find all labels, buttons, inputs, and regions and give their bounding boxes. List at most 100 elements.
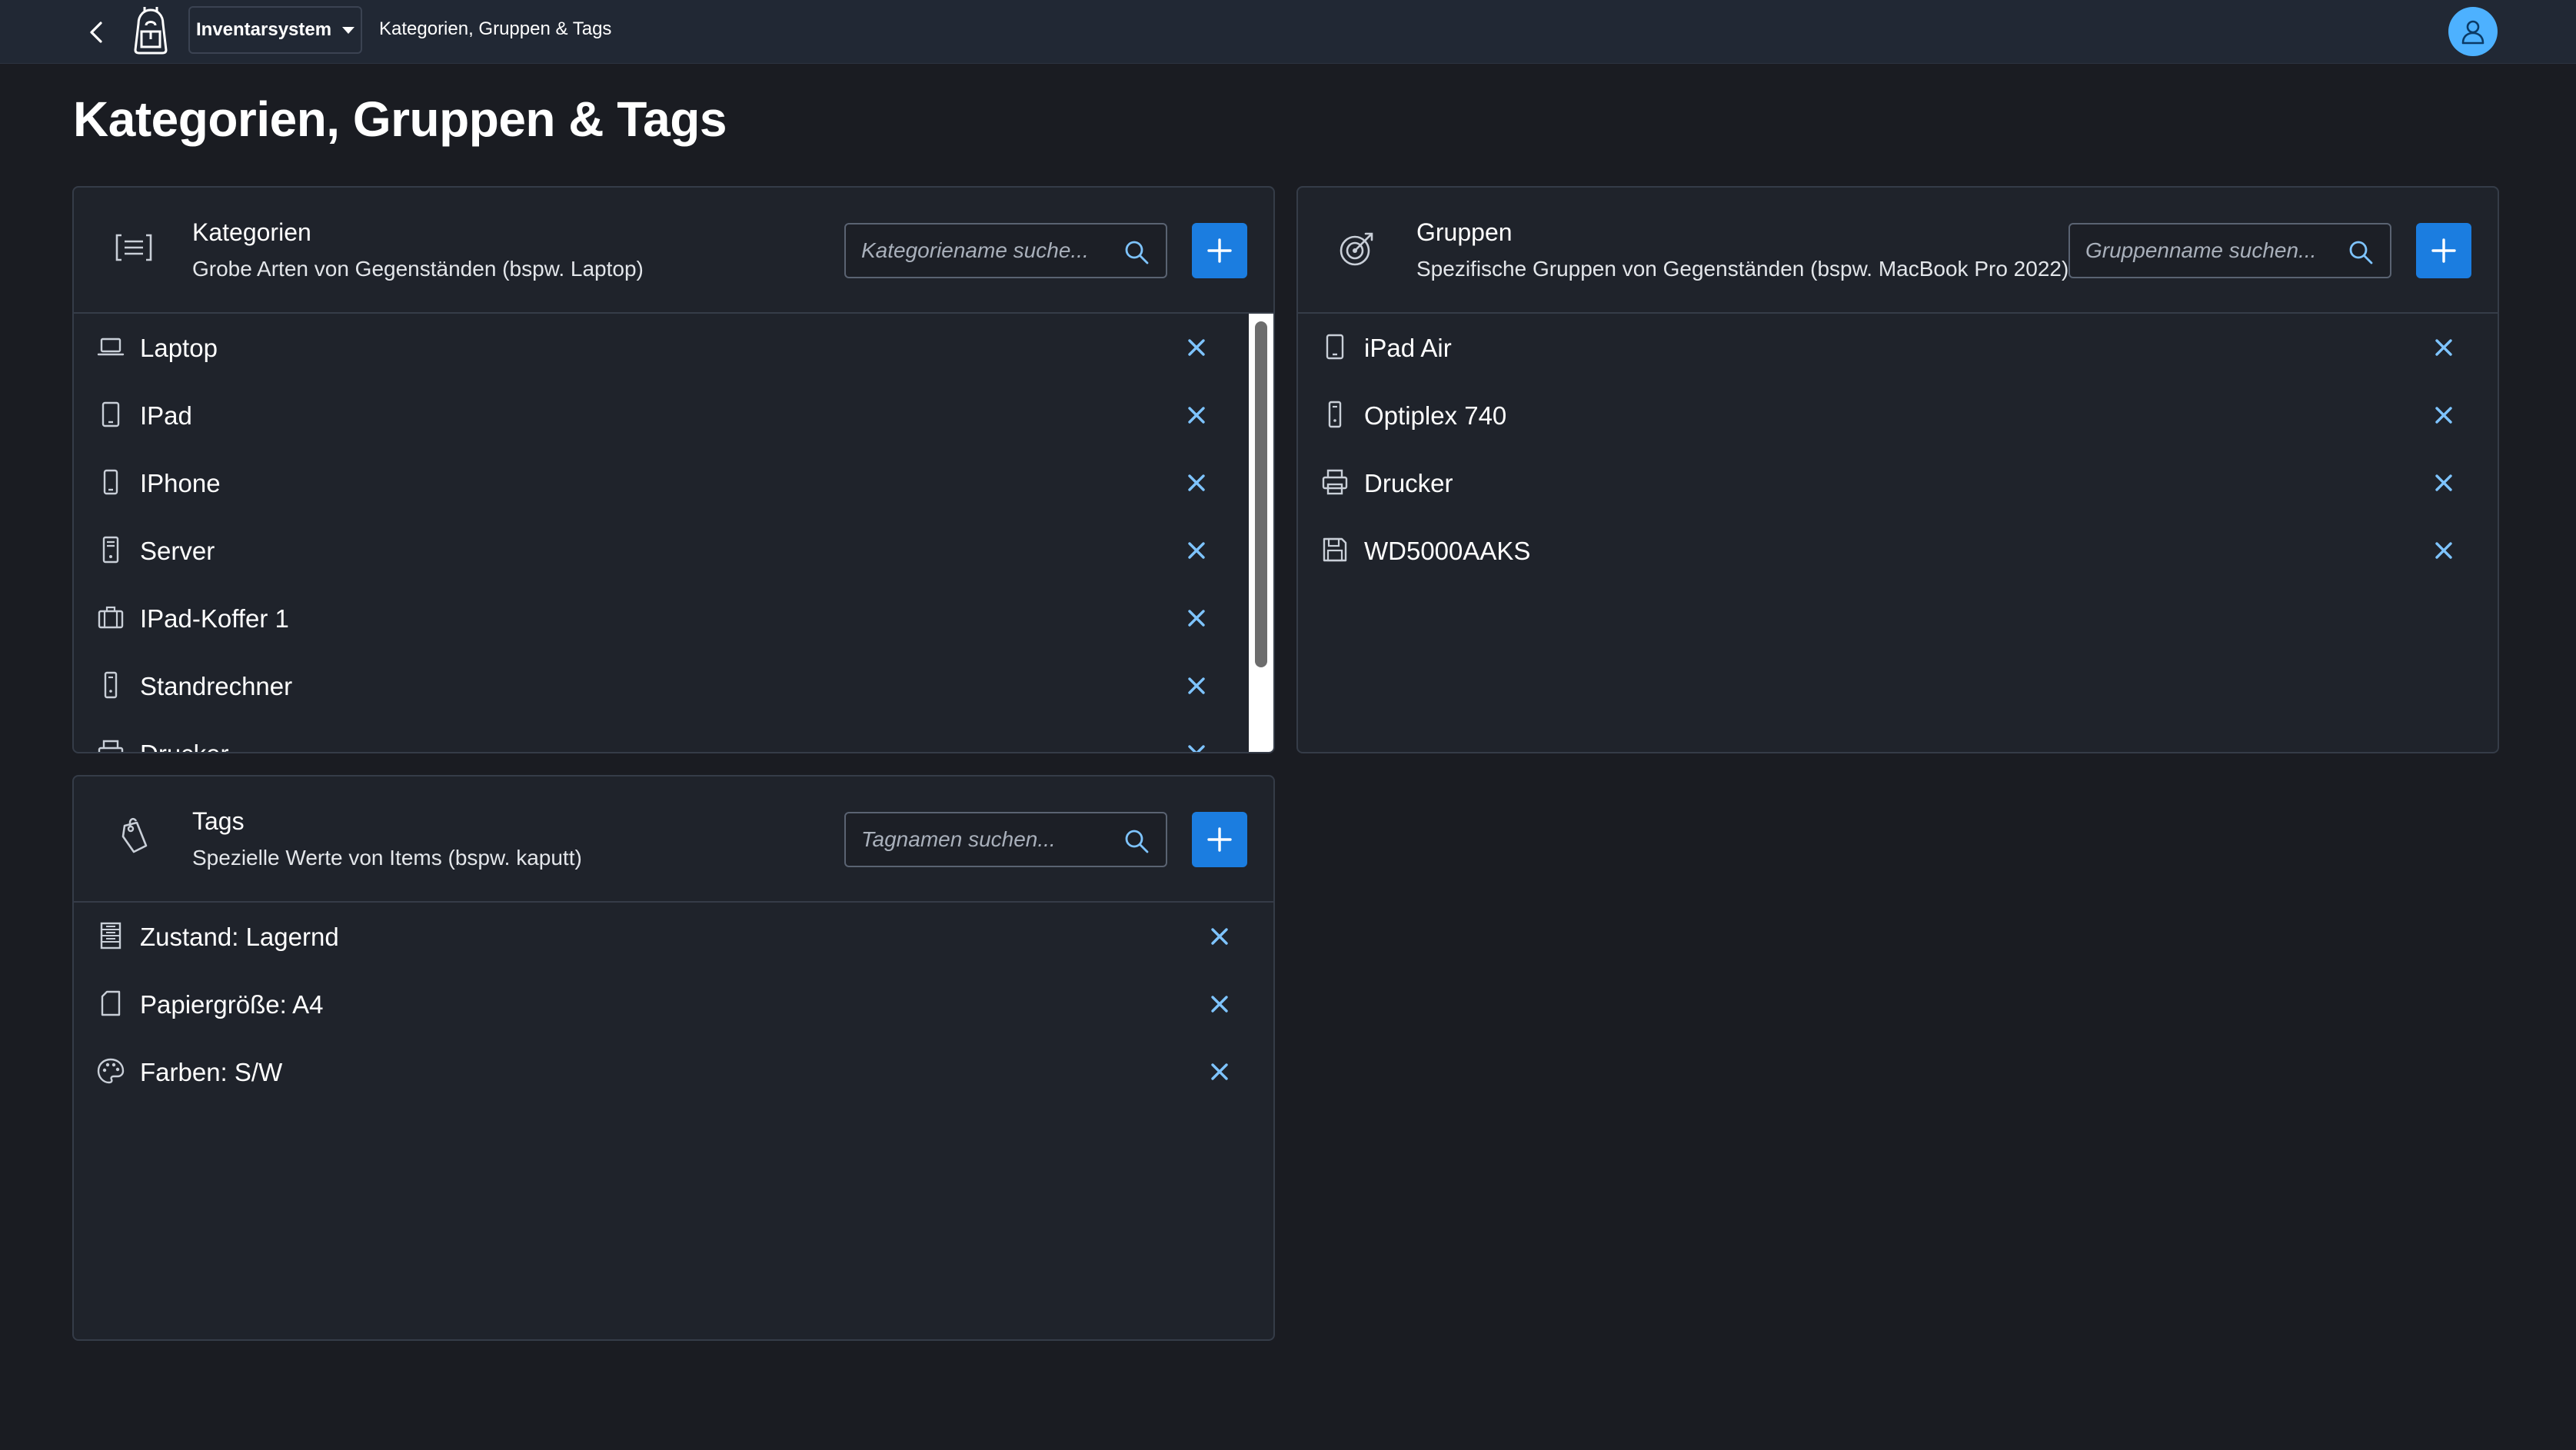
scrollbar-thumb[interactable] bbox=[1255, 321, 1267, 667]
phone-icon bbox=[97, 468, 125, 496]
add-gruppe-button[interactable] bbox=[2416, 223, 2471, 278]
list-item[interactable]: Zustand: Lagernd bbox=[74, 903, 1273, 970]
tablet-icon bbox=[97, 401, 125, 428]
tags-title: Tags bbox=[192, 807, 245, 835]
list-item-label: Optiplex 740 bbox=[1364, 401, 1507, 430]
tag-icon bbox=[111, 813, 157, 860]
list-item-label: IPad bbox=[140, 401, 192, 430]
app-name: Inventarsystem bbox=[196, 19, 332, 40]
list-item-label: iPad Air bbox=[1364, 334, 1452, 362]
tags-list: Zustand: Lagernd Papiergröße: A4 Farben:… bbox=[74, 903, 1273, 1339]
delete-icon[interactable] bbox=[1181, 670, 1212, 701]
user-avatar[interactable] bbox=[2448, 7, 2498, 56]
delete-icon[interactable] bbox=[1204, 989, 1235, 1019]
laptop-icon bbox=[97, 333, 125, 361]
shelf-icon bbox=[97, 922, 125, 949]
tablet-icon bbox=[1321, 333, 1349, 361]
list-item[interactable]: Standrechner bbox=[74, 652, 1249, 720]
gruppen-card: Gruppen Spezifische Gruppen von Gegenstä… bbox=[1296, 186, 2499, 753]
server-icon bbox=[97, 536, 125, 564]
gruppen-title: Gruppen bbox=[1416, 218, 1513, 246]
target-icon bbox=[1335, 224, 1381, 271]
list-item[interactable]: Farben: S/W bbox=[74, 1038, 1273, 1106]
add-kategorie-button[interactable] bbox=[1192, 223, 1247, 278]
kategorien-card: Kategorien Grobe Arten von Gegenständen … bbox=[72, 186, 1275, 753]
list-item[interactable]: Drucker bbox=[74, 720, 1249, 752]
list-item[interactable]: Drucker bbox=[1298, 449, 2498, 517]
list-item[interactable]: IPad bbox=[74, 381, 1249, 449]
floppy-disk-icon bbox=[1321, 536, 1349, 564]
tags-card: Tags Spezielle Werte von Items (bspw. ka… bbox=[72, 775, 1275, 1341]
list-item-label: Drucker bbox=[140, 740, 229, 752]
gruppen-list: iPad Air Optiplex 740 Drucker WD5000AAKS bbox=[1298, 314, 2498, 752]
list-item-label: Standrechner bbox=[140, 672, 293, 700]
printer-icon bbox=[1321, 468, 1349, 496]
list-item-label: IPhone bbox=[140, 469, 221, 497]
desktop-tower-icon bbox=[97, 671, 125, 699]
delete-icon[interactable] bbox=[1181, 332, 1212, 363]
list-item-label: IPad-Koffer 1 bbox=[140, 604, 289, 633]
tags-subtitle: Spezielle Werte von Items (bspw. kaputt) bbox=[192, 846, 582, 870]
list-item-label: Server bbox=[140, 537, 215, 565]
search-icon[interactable] bbox=[2347, 238, 2375, 266]
gruppen-header: Gruppen Spezifische Gruppen von Gegenstä… bbox=[1298, 188, 2498, 314]
back-arrow-icon[interactable] bbox=[82, 17, 112, 48]
list-item[interactable]: IPad-Koffer 1 bbox=[74, 584, 1249, 652]
desktop-tower-icon bbox=[1321, 401, 1349, 428]
document-icon bbox=[97, 989, 125, 1017]
app-switcher-button[interactable]: Inventarsystem bbox=[188, 6, 362, 54]
delete-icon[interactable] bbox=[1181, 467, 1212, 498]
delete-icon[interactable] bbox=[1181, 738, 1212, 752]
delete-icon[interactable] bbox=[1181, 603, 1212, 634]
tags-header: Tags Spezielle Werte von Items (bspw. ka… bbox=[74, 777, 1273, 903]
gruppen-search bbox=[2068, 223, 2391, 278]
printer-icon bbox=[97, 739, 125, 752]
delete-icon[interactable] bbox=[2428, 535, 2459, 566]
list-item-label: Papiergröße: A4 bbox=[140, 990, 324, 1019]
list-item-label: Farben: S/W bbox=[140, 1058, 283, 1086]
list-item[interactable]: Server bbox=[74, 517, 1249, 584]
kategorien-subtitle: Grobe Arten von Gegenständen (bspw. Lapt… bbox=[192, 257, 644, 281]
list-icon bbox=[111, 224, 157, 271]
list-item-label: Zustand: Lagernd bbox=[140, 923, 339, 951]
delete-icon[interactable] bbox=[2428, 467, 2459, 498]
delete-icon[interactable] bbox=[1204, 1056, 1235, 1087]
list-item[interactable]: iPad Air bbox=[1298, 314, 2498, 381]
page-title: Kategorien, Gruppen & Tags bbox=[73, 91, 727, 147]
kategorien-search bbox=[844, 223, 1167, 278]
breadcrumb: Kategorien, Gruppen & Tags bbox=[379, 18, 612, 39]
search-icon[interactable] bbox=[1123, 238, 1150, 266]
list-item-label: Drucker bbox=[1364, 469, 1453, 497]
briefcase-icon bbox=[97, 604, 125, 631]
kategorien-scrollbar[interactable] bbox=[1249, 314, 1273, 752]
caret-down-icon bbox=[342, 27, 355, 34]
kategorien-list: Laptop IPad IPhone Server IPad-Koffer 1 … bbox=[74, 314, 1249, 752]
kategorien-header: Kategorien Grobe Arten von Gegenständen … bbox=[74, 188, 1273, 314]
list-item[interactable]: IPhone bbox=[74, 449, 1249, 517]
tags-search-input[interactable] bbox=[846, 813, 1166, 866]
plus-icon bbox=[1207, 827, 1232, 852]
shell-bar: Inventarsystem Kategorien, Gruppen & Tag… bbox=[0, 0, 2576, 64]
list-item[interactable]: Optiplex 740 bbox=[1298, 381, 2498, 449]
kategorien-title: Kategorien bbox=[192, 218, 311, 246]
kategorien-search-input[interactable] bbox=[846, 224, 1166, 277]
gruppen-search-input[interactable] bbox=[2070, 224, 2390, 277]
list-item[interactable]: Laptop bbox=[74, 314, 1249, 381]
delete-icon[interactable] bbox=[2428, 400, 2459, 431]
search-icon[interactable] bbox=[1123, 827, 1150, 855]
palette-icon bbox=[97, 1057, 125, 1085]
plus-icon bbox=[2431, 238, 2456, 263]
user-icon bbox=[2461, 20, 2484, 45]
delete-icon[interactable] bbox=[1181, 535, 1212, 566]
list-item[interactable]: WD5000AAKS bbox=[1298, 517, 2498, 584]
list-item-label: Laptop bbox=[140, 334, 218, 362]
delete-icon[interactable] bbox=[1181, 400, 1212, 431]
backpack-logo-icon bbox=[128, 5, 174, 56]
list-item[interactable]: Papiergröße: A4 bbox=[74, 970, 1273, 1038]
list-item-label: WD5000AAKS bbox=[1364, 537, 1531, 565]
tags-search bbox=[844, 812, 1167, 867]
delete-icon[interactable] bbox=[2428, 332, 2459, 363]
delete-icon[interactable] bbox=[1204, 921, 1235, 952]
gruppen-subtitle: Spezifische Gruppen von Gegenständen (bs… bbox=[1416, 257, 2069, 281]
add-tag-button[interactable] bbox=[1192, 812, 1247, 867]
